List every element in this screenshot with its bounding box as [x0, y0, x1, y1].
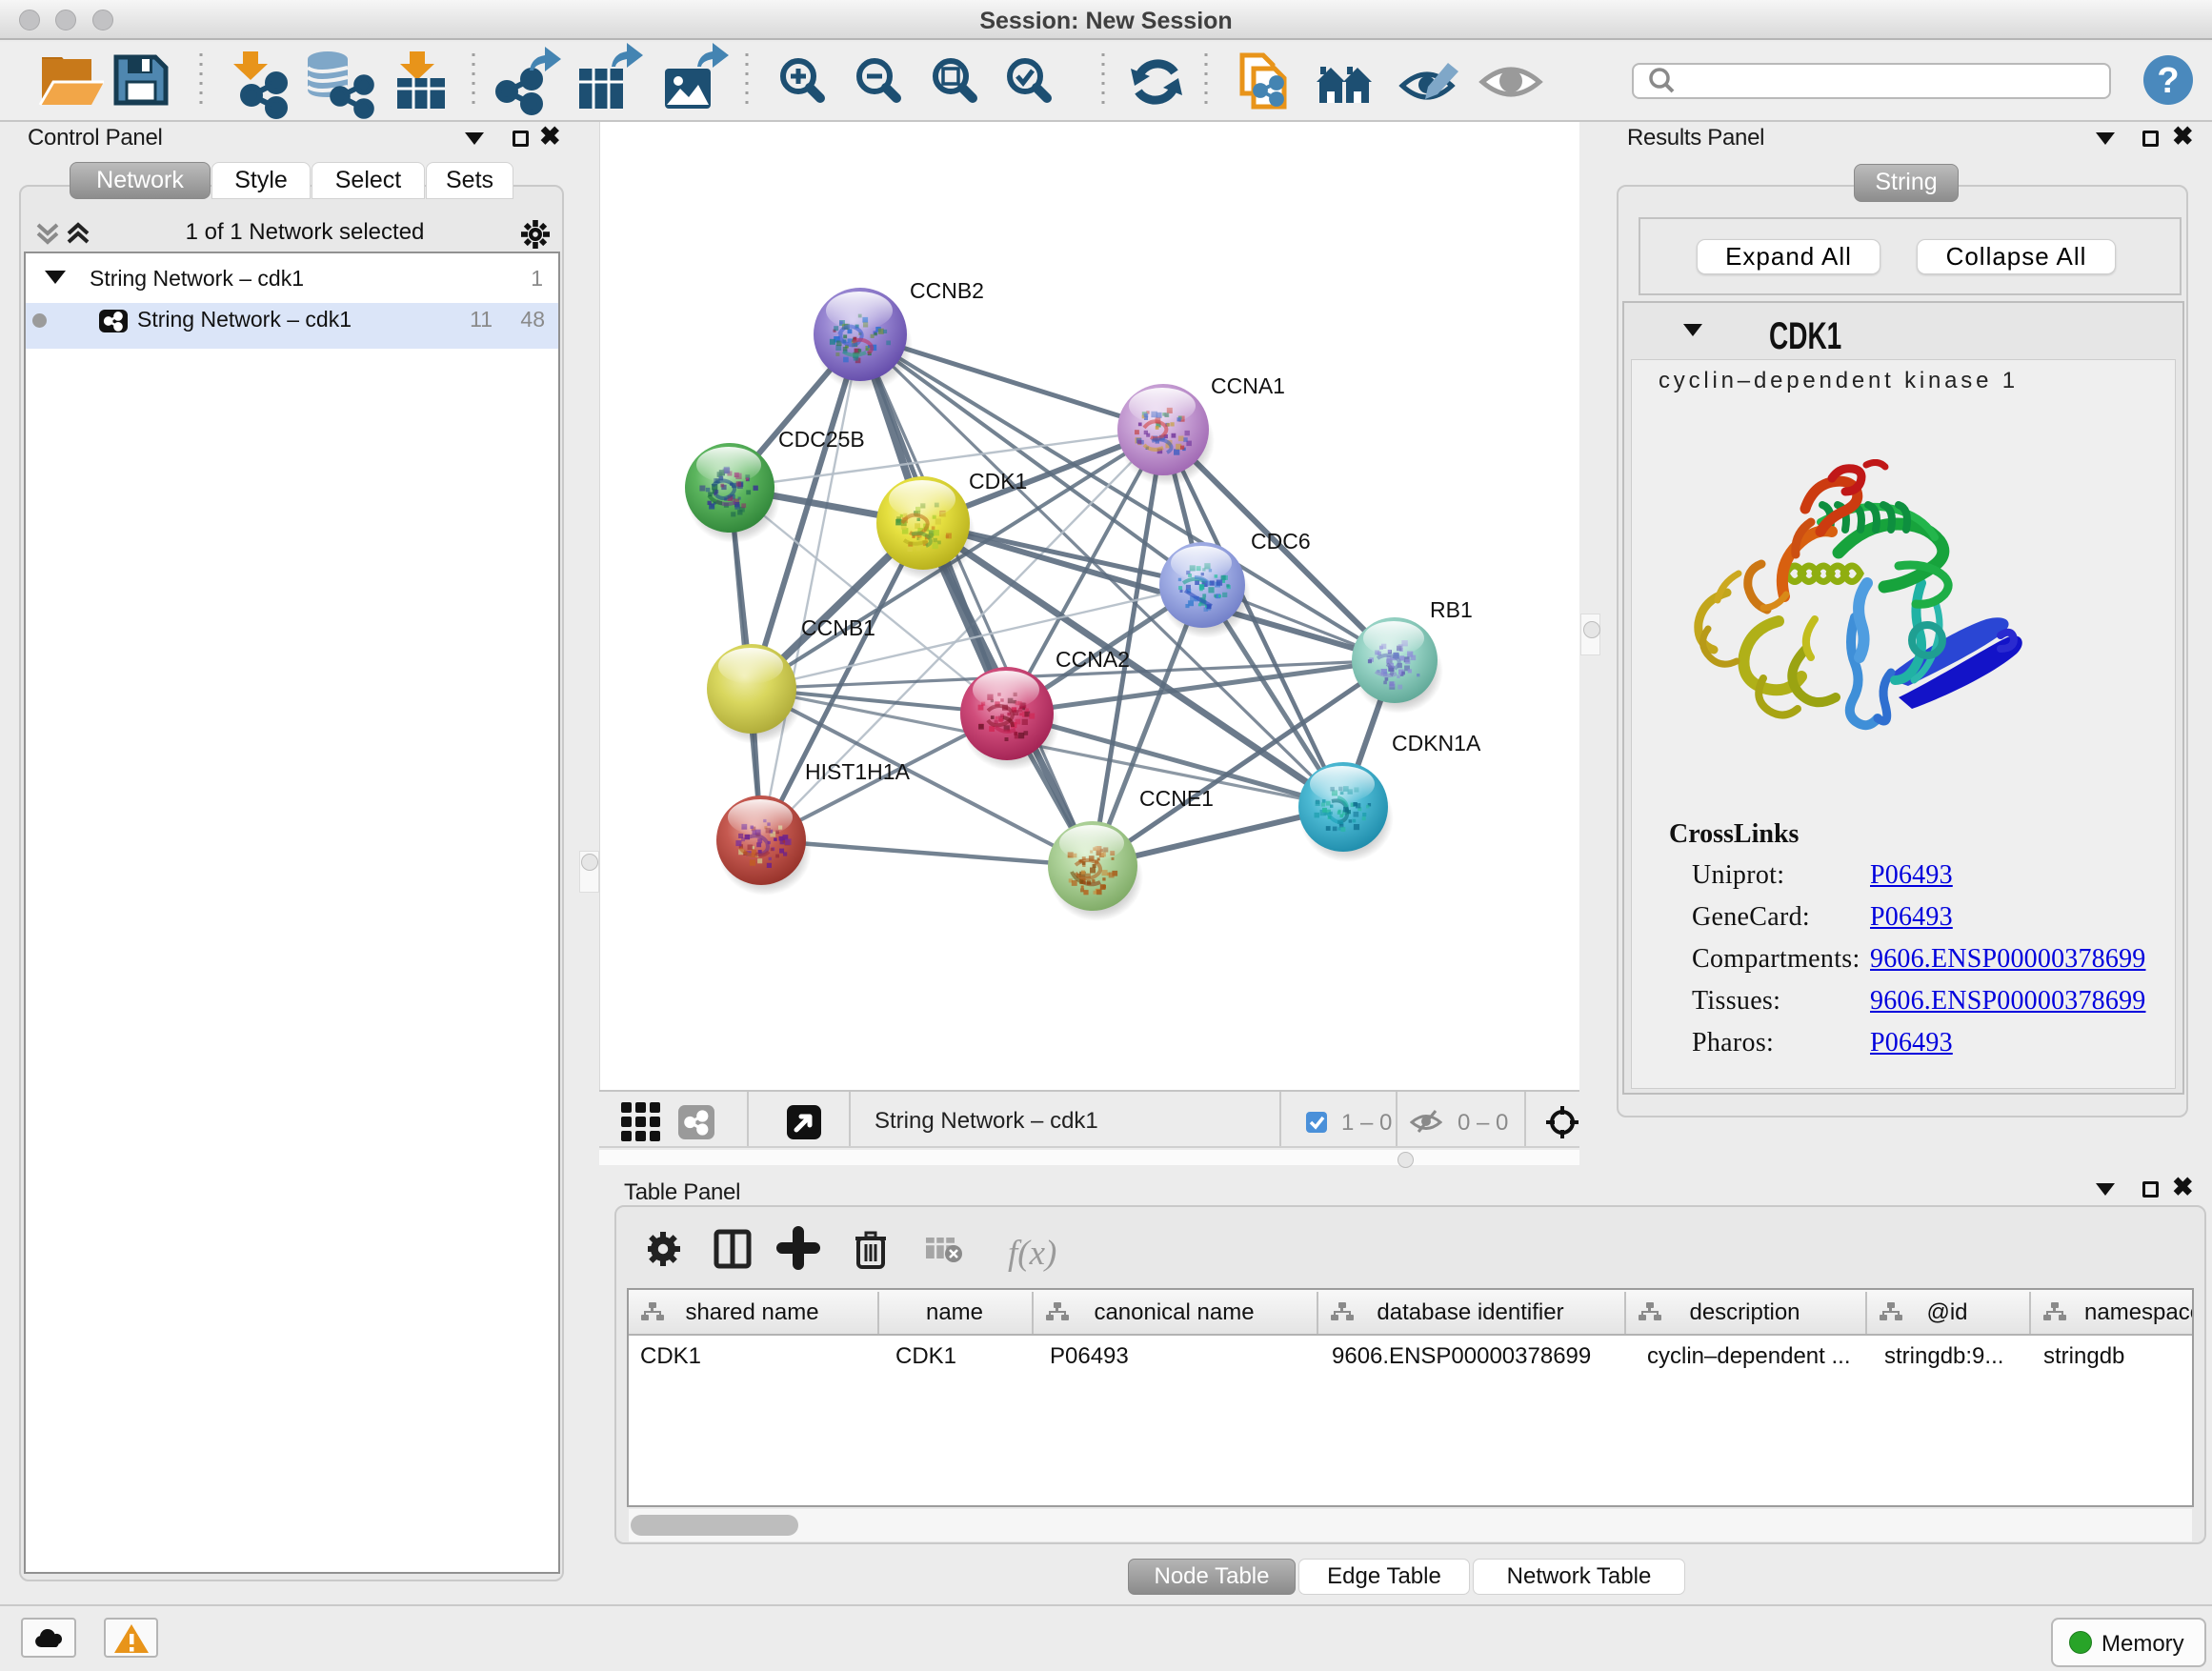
- svg-text:?: ?: [2157, 61, 2179, 101]
- svg-text:CDC25B: CDC25B: [778, 427, 865, 452]
- svg-text:CCNE1: CCNE1: [1139, 786, 1214, 811]
- svg-text:RB1: RB1: [1430, 597, 1473, 622]
- svg-text:CDC6: CDC6: [1251, 529, 1311, 554]
- svg-text:CDKN1A: CDKN1A: [1392, 731, 1481, 755]
- svg-text:HIST1H1A: HIST1H1A: [805, 759, 911, 784]
- svg-text:CCNB2: CCNB2: [910, 278, 984, 303]
- svg-text:CCNA1: CCNA1: [1211, 373, 1285, 398]
- svg-text:CCNB1: CCNB1: [801, 615, 875, 640]
- svg-text:CCNA2: CCNA2: [1056, 647, 1130, 672]
- svg-text:CDK1: CDK1: [969, 469, 1027, 493]
